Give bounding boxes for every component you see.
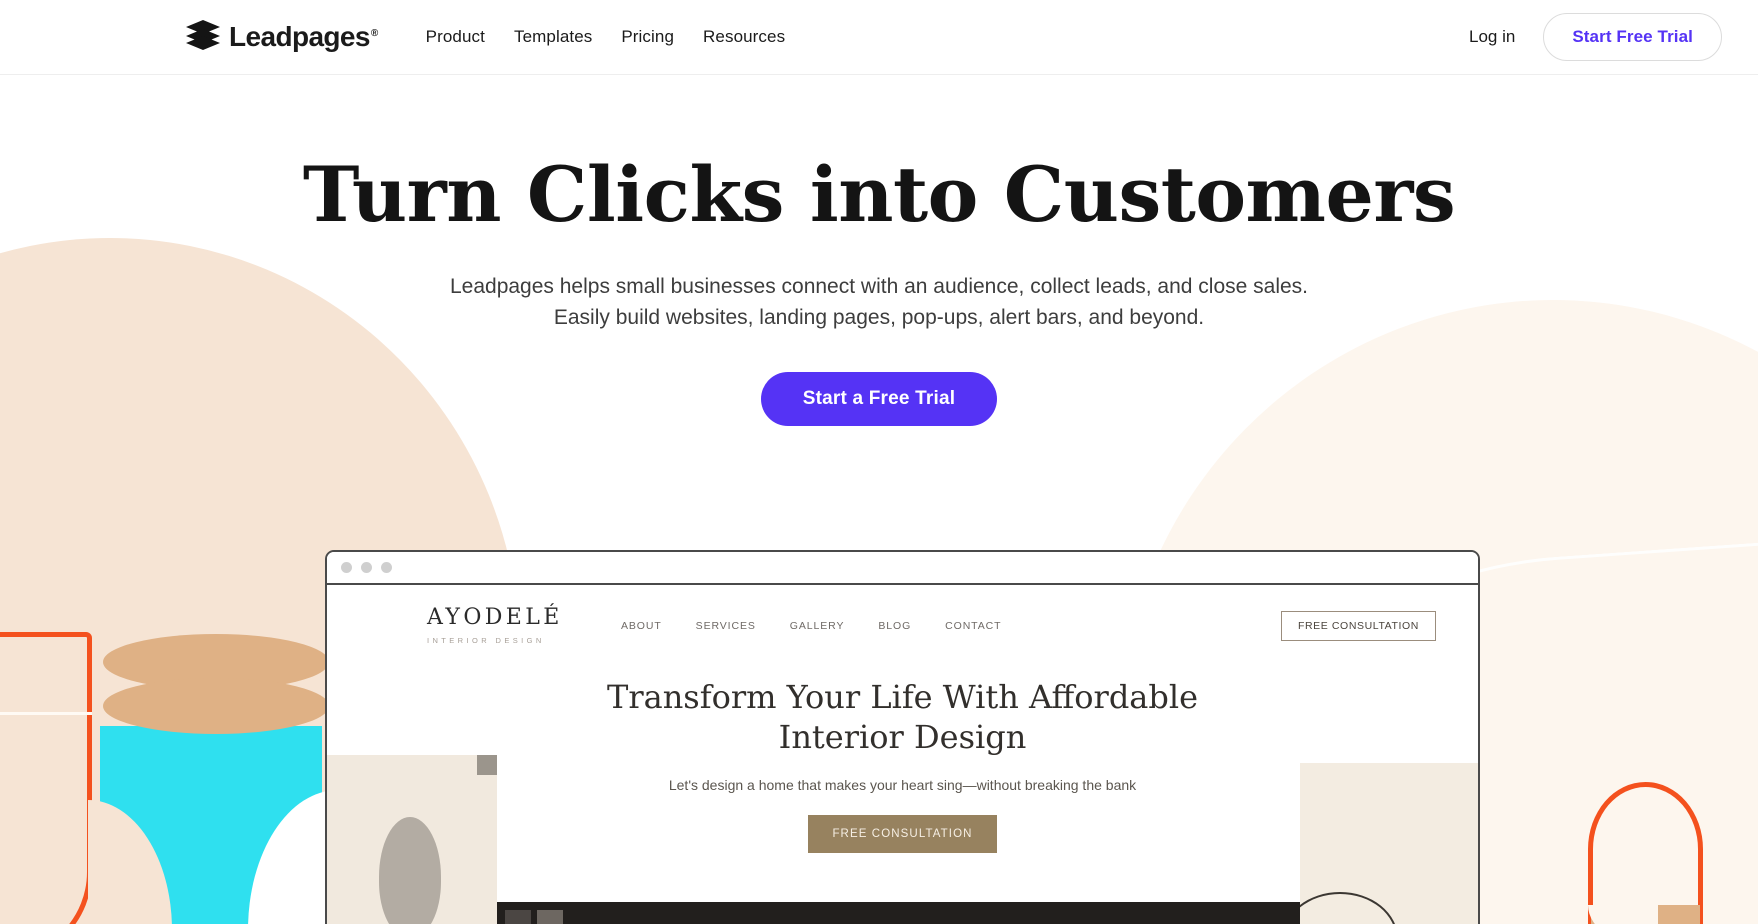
mockup-hero-title: Transform Your Life With Affordable Inte…: [327, 677, 1478, 757]
nav-item-product[interactable]: Product: [426, 27, 485, 47]
hero-start-free-trial-button[interactable]: Start a Free Trial: [760, 371, 998, 426]
tan-arch-fill-shape: [1591, 905, 1700, 924]
mockup-nav-item-blog[interactable]: BLOG: [878, 620, 911, 632]
browser-titlebar: [327, 552, 1478, 585]
start-free-trial-button[interactable]: Start Free Trial: [1543, 13, 1722, 61]
mockup-free-consultation-nav-button[interactable]: FREE CONSULTATION: [1280, 611, 1436, 641]
brand-name: Leadpages®: [229, 21, 378, 52]
nav-item-resources[interactable]: Resources: [703, 27, 785, 47]
window-maximize-dot-icon[interactable]: [381, 562, 392, 573]
brand-trademark: ®: [370, 27, 378, 39]
browser-mockup: AYODELÉ INTERIOR DESIGN ABOUT SERVICES G…: [325, 550, 1480, 924]
window-minimize-dot-icon[interactable]: [361, 562, 372, 573]
orange-arch-outline-shape: [1588, 782, 1703, 924]
nav-item-templates[interactable]: Templates: [514, 27, 592, 47]
hero-cta-container: Start a Free Trial: [0, 371, 1758, 426]
mockup-dark-band-swatch-2: [537, 910, 563, 924]
mockup-nav-item-about[interactable]: ABOUT: [621, 620, 662, 632]
mockup-site-navigation: AYODELÉ INTERIOR DESIGN ABOUT SERVICES G…: [327, 585, 1478, 645]
mockup-dark-band: [497, 902, 1300, 924]
hero-title: Turn Clicks into Customers: [302, 150, 1456, 239]
mockup-site-nav-links: ABOUT SERVICES GALLERY BLOG CONTACT: [621, 620, 1001, 632]
mockup-page-content: AYODELÉ INTERIOR DESIGN ABOUT SERVICES G…: [327, 585, 1478, 924]
mockup-hero-title-line-2: Interior Design: [778, 718, 1027, 756]
hero-subtitle-line-2: Easily build websites, landing pages, po…: [553, 306, 1205, 330]
page-root: Leadpages® Product Templates Pricing Res…: [0, 0, 1758, 924]
tan-arch-fill-notch: [1588, 905, 1658, 924]
mockup-nav-item-services[interactable]: SERVICES: [696, 620, 756, 632]
hero-subtitle-line-1: Leadpages helps small businesses connect…: [449, 274, 1309, 298]
mockup-hero-title-line-1: Transform Your Life With Affordable: [606, 678, 1199, 716]
login-link[interactable]: Log in: [1469, 27, 1515, 47]
window-close-dot-icon[interactable]: [341, 562, 352, 573]
tan-ellipse-top-shape: [103, 634, 329, 690]
mockup-free-consultation-hero-button[interactable]: FREE CONSULTATION: [808, 815, 997, 853]
mockup-nav-item-contact[interactable]: CONTACT: [945, 620, 1001, 632]
tan-ellipse-bottom-shape: [103, 678, 329, 734]
orange-vessel-outline-shape: [0, 632, 92, 924]
mockup-nav-item-gallery[interactable]: GALLERY: [790, 620, 845, 632]
cyan-hourglass-shape: [100, 726, 322, 924]
site-header: Leadpages® Product Templates Pricing Res…: [0, 0, 1758, 75]
hero-section: Turn Clicks into Customers Leadpages hel…: [0, 75, 1758, 426]
mockup-dark-band-swatch-1: [505, 910, 531, 924]
primary-navigation: Product Templates Pricing Resources: [426, 27, 786, 47]
vessel-rim-line-shape: [0, 712, 92, 715]
nav-item-pricing[interactable]: Pricing: [621, 27, 674, 47]
brand-logo-link[interactable]: Leadpages®: [186, 19, 378, 55]
header-actions: Log in Start Free Trial: [1469, 13, 1722, 61]
mockup-site-logo[interactable]: AYODELÉ INTERIOR DESIGN: [427, 605, 607, 646]
mockup-hero-subtitle: Let's design a home that makes your hear…: [668, 777, 1137, 793]
cyan-shape-left-notch: [88, 800, 172, 924]
stacked-layers-icon: [186, 19, 220, 55]
mockup-site-logo-name: AYODELÉ: [427, 605, 563, 630]
mockup-hero: Transform Your Life With Affordable Inte…: [327, 677, 1478, 853]
hero-subtitle: Leadpages helps small businesses connect…: [399, 271, 1359, 334]
mockup-site-logo-tagline: INTERIOR DESIGN: [427, 636, 545, 645]
